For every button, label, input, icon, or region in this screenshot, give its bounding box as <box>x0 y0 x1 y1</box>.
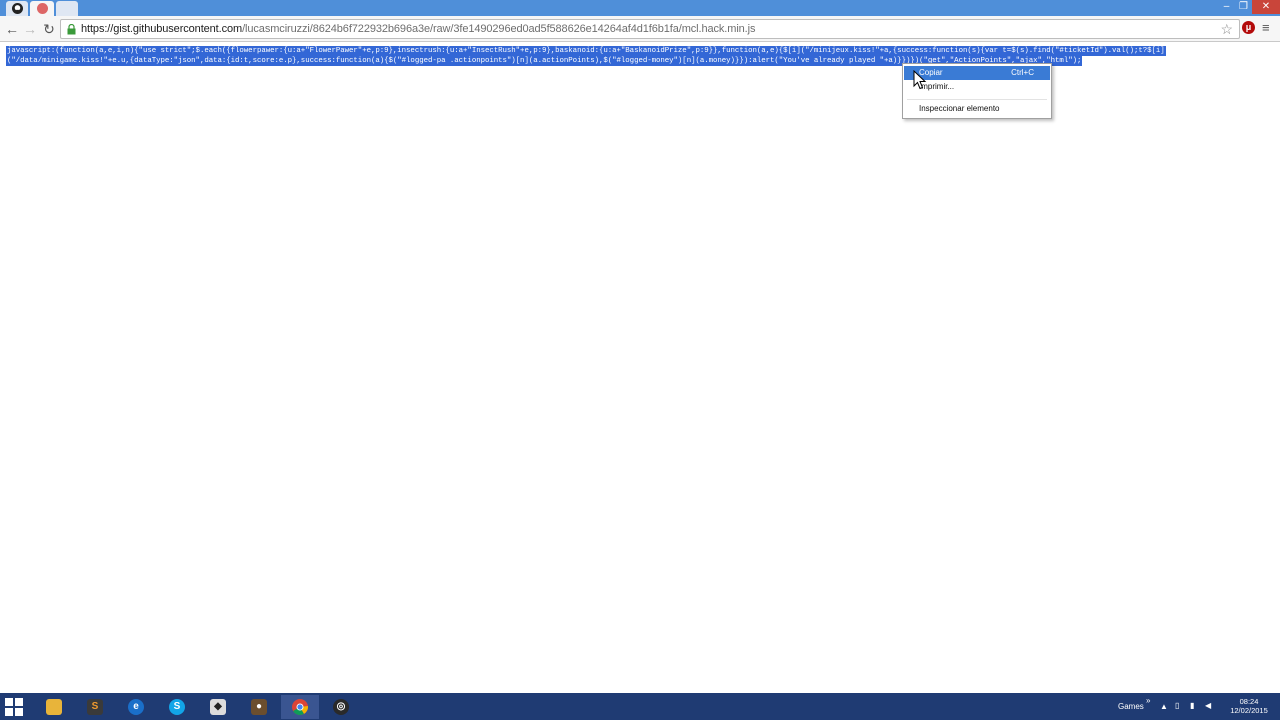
minimize-button[interactable]: – <box>1218 0 1235 14</box>
sublime-text-icon: S <box>87 699 103 715</box>
forward-arrow-icon[interactable]: → <box>21 20 39 38</box>
window-controls: – ❐ ✕ <box>1218 0 1280 16</box>
tray-volume-icon[interactable]: ◀ <box>1205 701 1211 710</box>
tray-battery-icon[interactable]: ▯ <box>1175 701 1179 710</box>
chrome-icon <box>292 699 308 715</box>
new-tab-button[interactable] <box>56 1 78 16</box>
taskbar-sublime[interactable]: S <box>76 695 114 719</box>
context-menu-inspect[interactable]: Inspeccionar elemento <box>904 102 1050 116</box>
back-arrow-icon[interactable]: ← <box>3 20 21 38</box>
windows-start-icon[interactable] <box>5 698 23 716</box>
context-menu-copy-shortcut: Ctrl+C <box>1011 68 1034 77</box>
extension-icon[interactable]: μ <box>1242 21 1255 34</box>
fox-icon: ◆ <box>210 699 226 715</box>
taskbar-obs[interactable]: ◎ <box>322 695 360 719</box>
tab-favicon-icon <box>37 3 48 14</box>
tray-expand-icon[interactable]: ▲ <box>1160 702 1168 711</box>
taskbar-clock[interactable]: 08:24 12/02/2015 <box>1224 697 1274 715</box>
bookmark-star-icon[interactable]: ☆ <box>1220 21 1233 37</box>
taskbar-app-5[interactable]: ◆ <box>199 695 237 719</box>
file-explorer-icon <box>46 699 62 715</box>
lock-icon <box>67 24 76 35</box>
address-bar[interactable]: https://gist.githubusercontent.com/lucas… <box>60 19 1240 39</box>
obs-icon: ◎ <box>333 699 349 715</box>
taskbar-file-explorer[interactable] <box>35 695 73 719</box>
github-icon <box>12 3 23 14</box>
profile-icon[interactable] <box>6 1 28 16</box>
clock-date: 12/02/2015 <box>1230 706 1268 715</box>
screen: – ❐ ✕ ← → ↻ https://gist.githubuserconte… <box>0 0 1280 720</box>
restore-button[interactable]: ❐ <box>1235 0 1252 14</box>
windows-taskbar: S e S ◆ ● ◎ Games » ▲ ▯ ▮ ◀ 08:24 12/02/… <box>0 693 1280 720</box>
browser-menu-icon[interactable]: ≡ <box>1262 20 1270 35</box>
url-host: https://gist.githubusercontent.com <box>81 23 243 35</box>
tray-network-icon[interactable]: ▮ <box>1190 701 1194 710</box>
browser-titlebar: – ❐ ✕ <box>0 0 1280 16</box>
reload-icon[interactable]: ↻ <box>40 20 58 38</box>
mouse-cursor-icon <box>913 70 927 90</box>
context-menu-separator <box>907 99 1047 100</box>
taskbar-browser[interactable]: e <box>117 695 155 719</box>
taskbar-skype[interactable]: S <box>158 695 196 719</box>
browser-e-icon: e <box>128 699 144 715</box>
toolbar-overflow-icon[interactable]: » <box>1146 696 1150 705</box>
taskbar-chrome[interactable] <box>281 695 319 719</box>
page-content: javascript:(function(a,e,i,n){"use stric… <box>0 43 1280 693</box>
taskbar-app-6[interactable]: ● <box>240 695 278 719</box>
tab-github[interactable] <box>30 1 54 16</box>
url-path: /lucasmciruzzi/8624b6f722932b696a3e/raw/… <box>242 23 756 35</box>
skype-icon: S <box>169 699 185 715</box>
code-line-1: javascript:(function(a,e,i,n){"use stric… <box>6 46 1166 56</box>
gimp-icon: ● <box>251 699 267 715</box>
clock-time: 08:24 <box>1239 697 1259 706</box>
games-toolbar-label[interactable]: Games <box>1118 702 1144 711</box>
browser-toolbar: ← → ↻ https://gist.githubusercontent.com… <box>0 16 1280 42</box>
url-text: https://gist.githubusercontent.com/lucas… <box>81 23 755 35</box>
close-button[interactable]: ✕ <box>1252 0 1280 14</box>
context-menu-inspect-label: Inspeccionar elemento <box>919 104 1000 113</box>
